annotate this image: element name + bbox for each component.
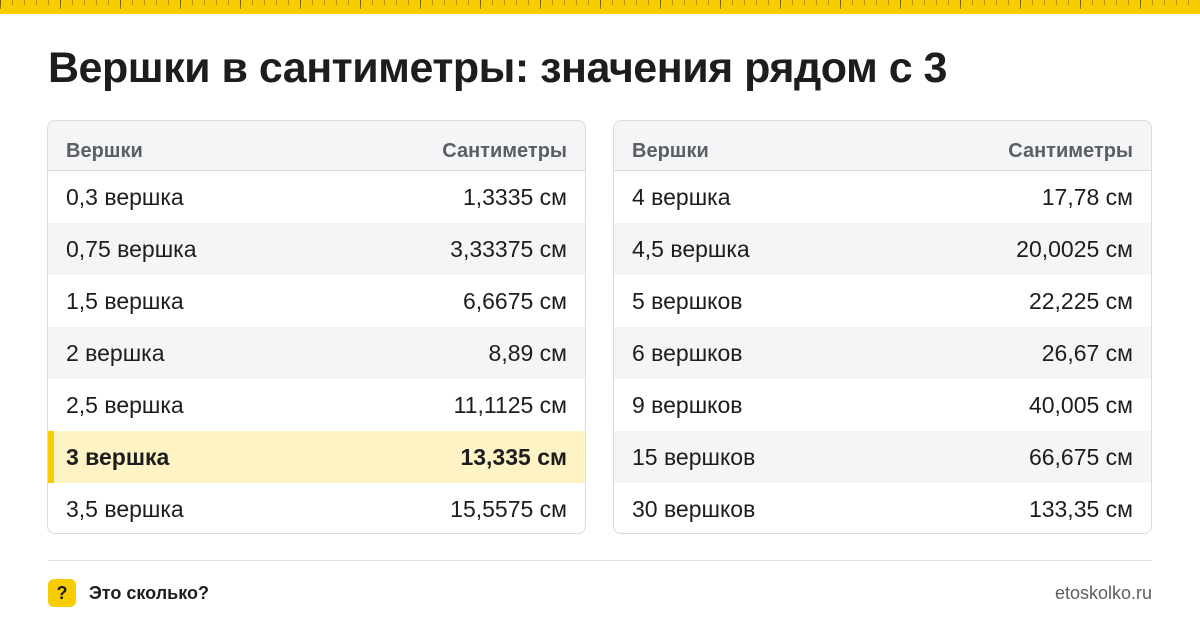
cell-vershki: 5 вершков [632, 287, 743, 314]
question-mark-icon: ? [48, 579, 76, 607]
cell-vershki: 6 вершков [632, 339, 743, 366]
cell-vershki: 3,5 вершка [66, 495, 184, 522]
cell-vershki: 4,5 вершка [632, 235, 750, 262]
table-row: 4 вершка 17,78 см [614, 171, 1151, 223]
cell-vershki: 4 вершка [632, 183, 731, 210]
header-centimeters: Сантиметры [1008, 140, 1133, 162]
cell-centimeters: 20,0025 см [1016, 235, 1133, 262]
cell-vershki: 2,5 вершка [66, 391, 184, 418]
conversion-table-left: Вершки Сантиметры 0,3 вершка 1,3335 см 0… [47, 120, 586, 534]
cell-centimeters: 13,335 см [460, 443, 567, 470]
cell-centimeters: 66,675 см [1028, 443, 1133, 470]
cell-centimeters: 8,89 см [488, 339, 567, 366]
site-link[interactable]: etoskolko.ru [1055, 583, 1152, 604]
table-row: 4,5 вершка 20,0025 см [614, 223, 1151, 275]
footer-brand[interactable]: ? Это сколько? [48, 579, 209, 607]
cell-centimeters: 3,33375 см [450, 235, 567, 262]
table-row: 5 вершков 22,225 см [614, 275, 1151, 327]
header-vershki: Вершки [632, 140, 709, 162]
table-row: 3,5 вершка 15,5575 см [48, 483, 585, 533]
table-header: Вершки Сантиметры [48, 121, 585, 171]
brand-name: Это сколько? [89, 582, 209, 603]
cell-centimeters: 6,6675 см [462, 287, 567, 314]
cell-vershki: 0,3 вершка [66, 183, 184, 210]
table-row: 2,5 вершка 11,1125 см [48, 379, 585, 431]
cell-centimeters: 40,005 см [1028, 391, 1133, 418]
page-title: Вершки в сантиметры: значения рядом с 3 [48, 44, 947, 92]
table-row: 6 вершков 26,67 см [614, 327, 1151, 379]
cell-vershki: 2 вершка [66, 339, 165, 366]
conversion-table-right: Вершки Сантиметры 4 вершка 17,78 см 4,5 … [613, 120, 1152, 534]
cell-centimeters: 133,35 см [1028, 495, 1133, 522]
cell-centimeters: 17,78 см [1041, 183, 1133, 210]
cell-vershki: 9 вершков [632, 391, 743, 418]
table-row: 30 вершков 133,35 см [614, 483, 1151, 533]
ruler-stripe [0, 0, 1200, 14]
table-row: 2 вершка 8,89 см [48, 327, 585, 379]
cell-vershki: 3 вершка [66, 443, 170, 470]
table-header: Вершки Сантиметры [614, 121, 1151, 171]
cell-centimeters: 22,225 см [1028, 287, 1133, 314]
cell-vershki: 30 вершков [632, 495, 756, 522]
table-row-highlighted: 3 вершка 13,335 см [48, 431, 585, 483]
cell-centimeters: 1,3335 см [462, 183, 567, 210]
table-row: 0,75 вершка 3,33375 см [48, 223, 585, 275]
cell-vershki: 0,75 вершка [66, 235, 197, 262]
cell-centimeters: 15,5575 см [450, 495, 567, 522]
cell-vershki: 15 вершков [632, 443, 756, 470]
cell-centimeters: 26,67 см [1041, 339, 1133, 366]
table-row: 15 вершков 66,675 см [614, 431, 1151, 483]
header-centimeters: Сантиметры [442, 140, 567, 162]
cell-vershki: 1,5 вершка [66, 287, 184, 314]
table-row: 0,3 вершка 1,3335 см [48, 171, 585, 223]
cell-centimeters: 11,1125 см [453, 391, 567, 418]
footer-divider [48, 560, 1152, 561]
table-row: 1,5 вершка 6,6675 см [48, 275, 585, 327]
table-row: 9 вершков 40,005 см [614, 379, 1151, 431]
header-vershki: Вершки [66, 140, 143, 162]
